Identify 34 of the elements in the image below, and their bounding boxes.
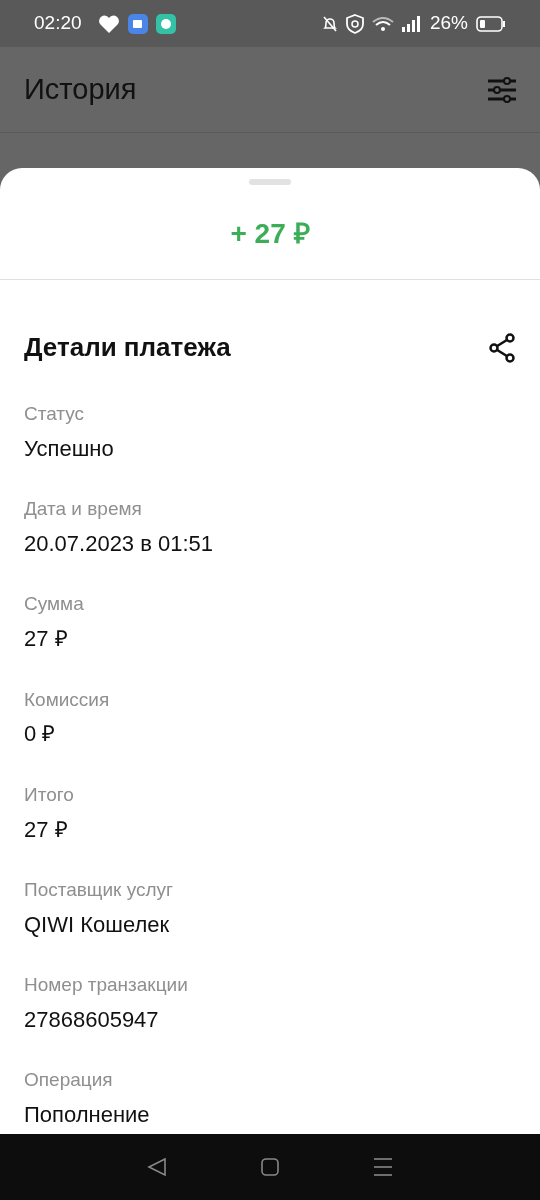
status-time: 02:20: [34, 11, 82, 36]
app-icon: [127, 13, 148, 34]
home-icon[interactable]: [260, 1157, 280, 1177]
field-value: 27868605947: [24, 1006, 160, 1034]
field-value: 0 ₽: [24, 721, 57, 748]
field-value: QIWI Кошелек: [24, 911, 171, 939]
back-icon[interactable]: [146, 1157, 167, 1177]
field-label: Поставщик услуг: [24, 878, 174, 902]
field-label: Комиссия: [24, 688, 111, 712]
field-value: Успешно: [24, 435, 115, 463]
field-label: Итого: [24, 783, 75, 807]
section-title: Детали платежа: [24, 331, 231, 364]
field-value: Пополнение: [24, 1102, 151, 1129]
drag-handle[interactable]: [249, 179, 291, 185]
battery-percent: 26%: [429, 11, 468, 36]
payment-amount: + 27 ₽: [229, 217, 311, 251]
field-value: 20.07.2023 в 01:51: [24, 531, 215, 558]
battery-icon: [476, 15, 506, 32]
field-label: Статус: [24, 403, 86, 426]
heart-icon: [97, 13, 120, 34]
field-value: 27 ₽: [24, 626, 69, 653]
menu-icon[interactable]: [373, 1157, 394, 1177]
filter-icon[interactable]: [488, 76, 516, 103]
shield-icon: [345, 13, 364, 34]
signal-icon: [401, 15, 422, 32]
field-label: Сумма: [24, 593, 85, 617]
field-label: Номер транзакции: [24, 974, 189, 997]
field-value: 27 ₽: [24, 816, 69, 843]
wifi-icon: [371, 15, 394, 32]
field-label: Операция: [24, 1069, 114, 1093]
share-icon[interactable]: [488, 332, 516, 363]
page-title: История: [24, 71, 137, 107]
field-label: Дата и время: [24, 498, 143, 521]
muted-bell-icon: [321, 14, 338, 33]
